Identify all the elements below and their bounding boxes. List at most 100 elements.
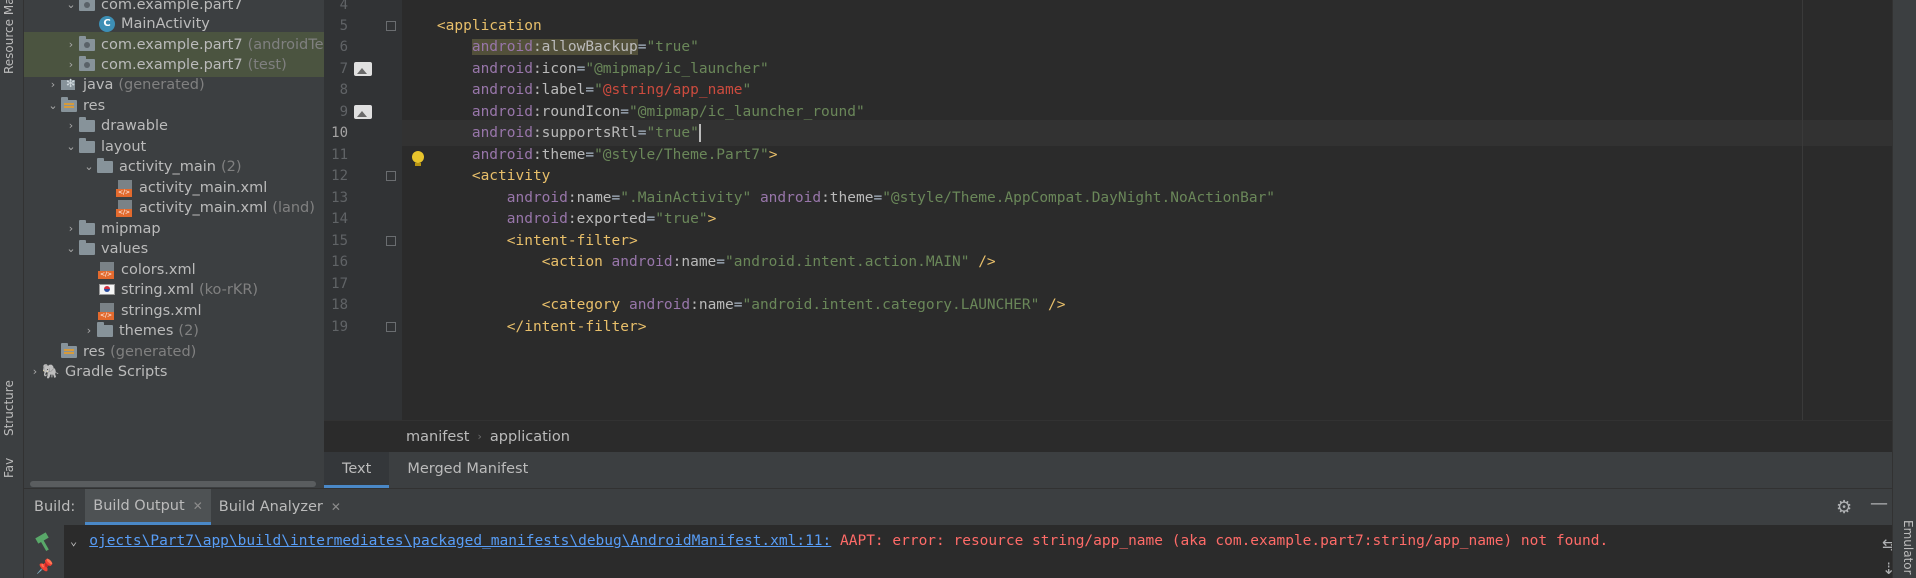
tree-item-label: themes bbox=[119, 322, 174, 339]
tab-merged-manifest[interactable]: Merged Manifest bbox=[389, 452, 546, 488]
korea-flag-icon bbox=[98, 282, 116, 298]
folder-icon bbox=[78, 116, 96, 134]
tree-item-label: layout bbox=[101, 138, 147, 155]
image-preview-icon[interactable] bbox=[354, 62, 372, 76]
gradle-elephant-icon: 🐘 bbox=[42, 363, 60, 380]
xml-value: "@style/Theme.Part7" bbox=[594, 147, 769, 163]
equals-sign: = bbox=[733, 297, 743, 313]
xml-tag: <intent-filter> bbox=[506, 233, 638, 249]
scrollbar-thumb[interactable] bbox=[30, 481, 316, 487]
pin-icon[interactable]: 📌 bbox=[36, 559, 53, 575]
xml-attribute: :roundIcon bbox=[532, 104, 621, 120]
fold-icon[interactable] bbox=[386, 322, 396, 332]
breadcrumb-item[interactable]: application bbox=[490, 429, 570, 445]
chevron-right-icon: › bbox=[50, 78, 56, 91]
xml-value: ".MainActivity" bbox=[620, 190, 752, 206]
code-area[interactable]: <application android:allowBackup="true" … bbox=[402, 0, 1916, 420]
xml-attribute: :name bbox=[690, 297, 734, 313]
favorites-tab[interactable]: Favorites bbox=[2, 458, 22, 478]
resource-folder-icon bbox=[60, 342, 78, 360]
chevron-right-icon: › bbox=[32, 365, 38, 378]
equals-sign: = bbox=[611, 190, 621, 206]
text-caret bbox=[698, 124, 701, 142]
xml-attribute: :theme bbox=[821, 190, 874, 206]
build-toolbar: 📌 bbox=[24, 525, 64, 578]
xml-namespace: android bbox=[506, 211, 568, 227]
tree-horizontal-scrollbar[interactable] bbox=[24, 480, 324, 488]
xml-namespace: android bbox=[471, 147, 533, 163]
tree-item-label: drawable bbox=[101, 117, 168, 134]
close-icon[interactable]: ✕ bbox=[193, 489, 203, 523]
xml-namespace: android bbox=[471, 125, 533, 141]
chevron-right-icon: › bbox=[86, 324, 92, 337]
resource-manager-tab[interactable]: Resource Manager bbox=[2, 0, 22, 74]
fold-icon[interactable] bbox=[386, 21, 396, 31]
tree-item-suffix: (generated) bbox=[110, 343, 197, 360]
xml-attribute: :icon bbox=[532, 61, 577, 77]
line-number: 19 bbox=[331, 319, 348, 335]
tree-item-label: MainActivity bbox=[121, 15, 210, 32]
xml-namespace: android bbox=[506, 190, 568, 206]
gear-icon[interactable]: ⚙ bbox=[1836, 497, 1852, 518]
xml-tag: <application bbox=[436, 18, 542, 34]
chevron-right-icon: › bbox=[68, 38, 74, 51]
tree-item[interactable]: › 🐘 Gradle Scripts bbox=[24, 359, 324, 384]
code-line: </intent-filter> bbox=[402, 314, 1902, 340]
error-text: AAPT: error: resource string/app_name (a… bbox=[840, 533, 1609, 549]
xml-namespace: android bbox=[471, 39, 533, 55]
emulator-tab[interactable]: Emulator bbox=[1895, 520, 1915, 578]
xml-tag: <activity bbox=[471, 168, 551, 184]
file-link[interactable]: ojects\Part7\app\build\intermediates\pac… bbox=[89, 533, 831, 549]
equals-sign: = bbox=[585, 147, 595, 163]
quote: " bbox=[742, 82, 752, 98]
editor-gutter: 4 5 6 7 8 9 10 11 12 13 14 15 16 17 18 1… bbox=[324, 0, 402, 420]
hammer-icon[interactable] bbox=[34, 533, 52, 551]
close-icon[interactable]: ✕ bbox=[331, 490, 341, 524]
xml-tag: <category bbox=[541, 297, 621, 313]
structure-tab[interactable]: Structure bbox=[2, 376, 22, 436]
xml-namespace: android bbox=[759, 190, 822, 206]
right-tool-strip: Emulator bbox=[1892, 0, 1916, 578]
build-message: ⌄ ojects\Part7\app\build\intermediates\pa… bbox=[70, 529, 1608, 553]
xml-tag: <action bbox=[541, 254, 603, 270]
unresolved-reference[interactable]: @string/app_name bbox=[603, 82, 743, 98]
xml-tag-end: /> bbox=[978, 254, 996, 270]
class-icon: C bbox=[98, 15, 116, 32]
tab-build-output[interactable]: Build Output ✕ bbox=[85, 489, 211, 525]
build-output-area[interactable]: ⌄ ojects\Part7\app\build\intermediates\pa… bbox=[24, 525, 1916, 578]
xml-attribute: :allowBackup bbox=[532, 39, 638, 55]
chevron-down-icon: ⌄ bbox=[48, 99, 58, 112]
xml-namespace: android bbox=[629, 297, 691, 313]
xml-value: "true" bbox=[646, 39, 699, 55]
tree-item-label: activity_main bbox=[119, 158, 216, 175]
xml-tag: </intent-filter> bbox=[506, 319, 647, 335]
tab-text[interactable]: Text bbox=[324, 452, 390, 488]
breadcrumb-item[interactable]: manifest bbox=[406, 429, 470, 445]
tree-item-label: Gradle Scripts bbox=[65, 363, 168, 380]
equals-sign: = bbox=[873, 190, 883, 206]
tree-item-suffix: (2) bbox=[178, 322, 199, 339]
xml-namespace: android bbox=[471, 82, 533, 98]
minimize-icon[interactable]: — bbox=[1870, 493, 1888, 514]
fold-icon[interactable] bbox=[386, 236, 396, 246]
chevron-down-icon[interactable]: ⌄ bbox=[70, 534, 77, 548]
build-header: Build: Build Output ✕ Build Analyzer ✕ ⚙ — bbox=[24, 489, 1916, 525]
xml-value: "true" bbox=[655, 211, 708, 227]
xml-attribute: :name bbox=[672, 254, 717, 270]
tree-item-suffix: (androidTest) bbox=[247, 36, 324, 53]
right-margin-guide bbox=[1802, 0, 1803, 420]
tree-item-label: mipmap bbox=[101, 220, 161, 237]
generated-folder-icon bbox=[60, 77, 78, 93]
xml-value: "@style/Theme.AppCompat.DayNight.NoActio… bbox=[882, 190, 1276, 206]
fold-icon[interactable] bbox=[386, 171, 396, 181]
code-editor[interactable]: 4 5 6 7 8 9 10 11 12 13 14 15 16 17 18 1… bbox=[324, 0, 1916, 488]
xml-value: "true" bbox=[646, 125, 699, 141]
tree-item-suffix: (2) bbox=[220, 158, 242, 175]
tree-item-label: com.example.part7 bbox=[101, 56, 243, 73]
tab-build-analyzer[interactable]: Build Analyzer ✕ bbox=[211, 489, 349, 525]
image-preview-icon[interactable] bbox=[354, 105, 372, 119]
chevron-right-icon: › bbox=[68, 58, 74, 71]
chevron-down-icon: ⌄ bbox=[66, 0, 76, 11]
left-tool-strip: Resource Manager Structure Favorites bbox=[0, 0, 24, 578]
xml-value: "@mipmap/ic_launcher_round" bbox=[629, 104, 865, 120]
